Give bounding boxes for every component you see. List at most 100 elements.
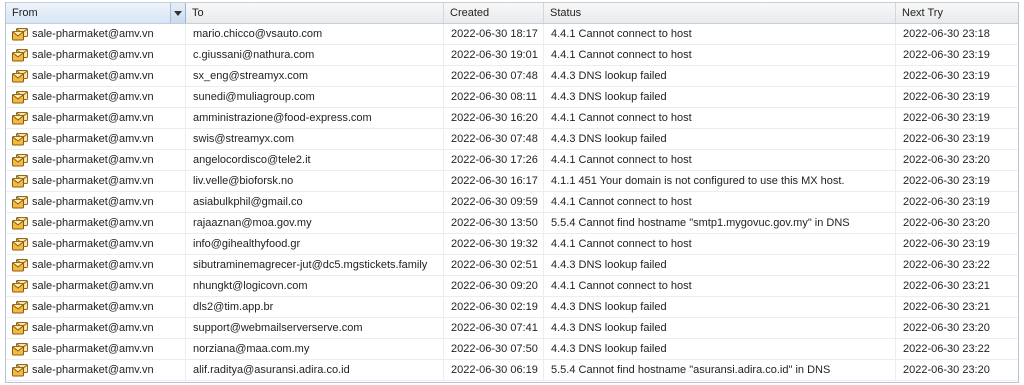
- table-row[interactable]: sale-pharmaket@amv.vn amministrazione@foo…: [6, 108, 1018, 129]
- cell-created: 2022-06-30 07:50: [444, 339, 544, 359]
- cell-to: angelocordisco@tele2.it: [186, 150, 444, 170]
- table-row[interactable]: sale-pharmaket@amv.vn swis@streamyx.com 20…: [6, 129, 1018, 150]
- table-row[interactable]: sale-pharmaket@amv.vn info@gihealthyfood.…: [6, 234, 1018, 255]
- cell-status: 4.4.1 Cannot connect to host: [544, 234, 896, 254]
- cell-created: 2022-06-30 02:19: [444, 297, 544, 317]
- cell-to: mario.chicco@vsauto.com: [186, 24, 444, 44]
- envelope-queue-icon: [12, 216, 28, 230]
- envelope-queue-icon: [12, 300, 28, 314]
- from-address: sale-pharmaket@amv.vn: [32, 70, 154, 82]
- table-row[interactable]: sale-pharmaket@amv.vn rajaaznan@moa.gov.m…: [6, 213, 1018, 234]
- from-address: sale-pharmaket@amv.vn: [32, 196, 154, 208]
- envelope-queue-icon: [12, 279, 28, 293]
- from-address: sale-pharmaket@amv.vn: [32, 343, 154, 355]
- column-header-status[interactable]: Status: [544, 3, 896, 23]
- cell-next-try: 2022-06-30 23:20: [903, 322, 990, 334]
- cell-next-try: 2022-06-30 23:20: [903, 217, 990, 229]
- from-address: sale-pharmaket@amv.vn: [32, 364, 154, 376]
- column-label-status: Status: [550, 7, 582, 19]
- cell-next-try: 2022-06-30 23:19: [903, 133, 990, 145]
- table-row[interactable]: sale-pharmaket@amv.vn sibutraminemagrecer…: [6, 255, 1018, 276]
- table-row[interactable]: sale-pharmaket@amv.vn norziana@maa.com.my…: [6, 339, 1018, 360]
- cell-next-try: 2022-06-30 23:21: [903, 301, 990, 313]
- table-row[interactable]: sale-pharmaket@amv.vn c.giussani@nathura.…: [6, 45, 1018, 66]
- from-address: sale-pharmaket@amv.vn: [32, 238, 154, 250]
- table-row[interactable]: sale-pharmaket@amv.vn liv.velle@bioforsk.…: [6, 171, 1018, 192]
- cell-next-try: 2022-06-30 23:19: [903, 49, 990, 61]
- envelope-queue-icon: [12, 342, 28, 356]
- envelope-queue-icon: [12, 153, 28, 167]
- cell-to: liv.velle@bioforsk.no: [186, 171, 444, 191]
- table-row[interactable]: sale-pharmaket@amv.vn alif.raditya@asuran…: [6, 360, 1018, 381]
- cell-from: sale-pharmaket@amv.vn: [6, 171, 186, 191]
- cell-from: sale-pharmaket@amv.vn: [6, 108, 186, 128]
- from-address: sale-pharmaket@amv.vn: [32, 28, 154, 40]
- cell-from: sale-pharmaket@amv.vn: [6, 234, 186, 254]
- cell-created: 2022-06-30 18:17: [444, 24, 544, 44]
- cell-from: sale-pharmaket@amv.vn: [6, 318, 186, 338]
- cell-created: 2022-06-30 16:20: [444, 108, 544, 128]
- cell-status: 4.4.3 DNS lookup failed: [544, 87, 896, 107]
- cell-to: sibutraminemagrecer-jut@dc5.mgstickets.f…: [186, 255, 444, 275]
- cell-to: nhungkt@logicovn.com: [186, 276, 444, 296]
- cell-status: 4.4.1 Cannot connect to host: [544, 150, 896, 170]
- envelope-queue-icon: [12, 132, 28, 146]
- cell-status: 4.4.1 Cannot connect to host: [544, 108, 896, 128]
- column-header-created[interactable]: Created: [444, 3, 544, 23]
- cell-from: sale-pharmaket@amv.vn: [6, 150, 186, 170]
- column-header-to[interactable]: To: [186, 3, 444, 23]
- from-address: sale-pharmaket@amv.vn: [32, 154, 154, 166]
- cell-from: sale-pharmaket@amv.vn: [6, 87, 186, 107]
- cell-from: sale-pharmaket@amv.vn: [6, 24, 186, 44]
- column-label-from: From: [12, 7, 38, 19]
- from-address: sale-pharmaket@amv.vn: [32, 301, 154, 313]
- cell-status: 4.1.1 451 Your domain is not configured …: [544, 171, 896, 191]
- cell-status: 4.4.1 Cannot connect to host: [544, 24, 896, 44]
- cell-created: 2022-06-30 17:26: [444, 150, 544, 170]
- cell-to: norziana@maa.com.my: [186, 339, 444, 359]
- cell-from: sale-pharmaket@amv.vn: [6, 339, 186, 359]
- from-address: sale-pharmaket@amv.vn: [32, 133, 154, 145]
- cell-from: sale-pharmaket@amv.vn: [6, 66, 186, 86]
- cell-created: 2022-06-30 07:48: [444, 129, 544, 149]
- cell-created: 2022-06-30 02:51: [444, 255, 544, 275]
- column-label-to: To: [192, 7, 204, 19]
- table-row[interactable]: sale-pharmaket@amv.vn asiabulkphil@gmail.…: [6, 192, 1018, 213]
- table-row[interactable]: sale-pharmaket@amv.vn sx_eng@streamyx.com…: [6, 66, 1018, 87]
- column-header-from[interactable]: From: [6, 3, 186, 23]
- column-header-next-try[interactable]: Next Try: [896, 3, 1018, 23]
- column-menu-trigger-icon[interactable]: [170, 3, 185, 23]
- column-label-created: Created: [450, 7, 490, 19]
- envelope-queue-icon: [12, 363, 28, 377]
- cell-created: 2022-06-30 08:11: [444, 87, 544, 107]
- cell-to: amministrazione@food-express.com: [186, 108, 444, 128]
- cell-from: sale-pharmaket@amv.vn: [6, 276, 186, 296]
- cell-to: rajaaznan@moa.gov.my: [186, 213, 444, 233]
- cell-created: 2022-06-30 19:32: [444, 234, 544, 254]
- table-row[interactable]: sale-pharmaket@amv.vn dls2@tim.app.br 2022…: [6, 297, 1018, 318]
- cell-status: 4.4.3 DNS lookup failed: [544, 297, 896, 317]
- table-row[interactable]: sale-pharmaket@amv.vn angelocordisco@tele…: [6, 150, 1018, 171]
- envelope-queue-icon: [12, 321, 28, 335]
- grid-header: From To Created Status Next Try: [6, 2, 1018, 24]
- table-row[interactable]: sale-pharmaket@amv.vn nhungkt@logicovn.co…: [6, 276, 1018, 297]
- from-address: sale-pharmaket@amv.vn: [32, 280, 154, 292]
- cell-from: sale-pharmaket@amv.vn: [6, 213, 186, 233]
- table-row[interactable]: sale-pharmaket@amv.vn mario.chicco@vsauto…: [6, 24, 1018, 45]
- cell-from: sale-pharmaket@amv.vn: [6, 192, 186, 212]
- envelope-queue-icon: [12, 27, 28, 41]
- cell-status: 4.4.1 Cannot connect to host: [544, 45, 896, 65]
- cell-status: 4.4.3 DNS lookup failed: [544, 255, 896, 275]
- cell-created: 2022-06-30 19:01: [444, 45, 544, 65]
- cell-next-try: 2022-06-30 23:19: [903, 175, 990, 187]
- cell-to: asiabulkphil@gmail.co: [186, 192, 444, 212]
- table-row[interactable]: sale-pharmaket@amv.vn support@webmailserv…: [6, 318, 1018, 339]
- cell-to: sx_eng@streamyx.com: [186, 66, 444, 86]
- cell-next-try: 2022-06-30 23:20: [903, 364, 990, 376]
- table-row[interactable]: sale-pharmaket@amv.vn sunedi@muliagroup.c…: [6, 87, 1018, 108]
- cell-next-try: 2022-06-30 23:19: [903, 112, 990, 124]
- cell-created: 2022-06-30 07:48: [444, 66, 544, 86]
- mail-queue-grid: From To Created Status Next Try sale-pha…: [5, 2, 1019, 383]
- column-label-next-try: Next Try: [902, 7, 943, 19]
- cell-status: 5.5.4 Cannot find hostname "asuransi.adi…: [544, 360, 896, 380]
